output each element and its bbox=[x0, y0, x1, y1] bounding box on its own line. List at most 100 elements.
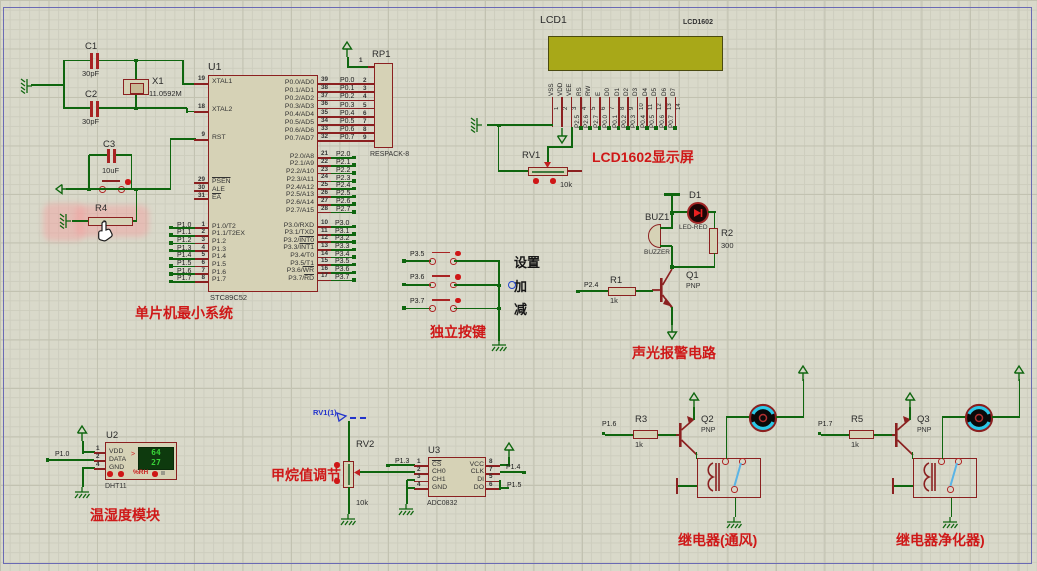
button-actuator[interactable] bbox=[455, 298, 461, 304]
c2-ref[interactable]: C2 bbox=[85, 90, 97, 100]
net-label: P3.4 bbox=[335, 251, 349, 258]
buz1-ref[interactable]: BUZ1 bbox=[645, 213, 669, 223]
transistor-q1[interactable] bbox=[652, 264, 678, 312]
capacitor-plate bbox=[90, 53, 93, 69]
led-d1[interactable] bbox=[687, 202, 709, 224]
wire bbox=[66, 188, 171, 190]
pin-number: 7 bbox=[489, 467, 493, 473]
u3-right-pins: 8VCC7CLK5DI6DO bbox=[486, 462, 500, 493]
pin-name: P2.1/A9 bbox=[234, 161, 314, 168]
r3-ref[interactable]: R3 bbox=[635, 415, 647, 425]
resistor-r3[interactable] bbox=[633, 430, 658, 439]
alarm-caption: 声光报警电路 bbox=[632, 346, 716, 361]
lcd1-ref[interactable]: LCD1 bbox=[540, 15, 567, 26]
r5-ref[interactable]: R5 bbox=[851, 415, 863, 425]
wire bbox=[454, 308, 499, 310]
junction-dot bbox=[497, 307, 501, 311]
wire bbox=[131, 155, 133, 190]
pin-stub bbox=[568, 170, 582, 172]
button-actuator[interactable] bbox=[455, 274, 461, 280]
key-function-label: 减 bbox=[514, 299, 540, 323]
pin-number: 27 bbox=[321, 198, 328, 204]
wire bbox=[498, 260, 500, 341]
button-bar bbox=[432, 275, 450, 277]
button-actuator[interactable] bbox=[455, 251, 461, 257]
pin-name: ALE bbox=[212, 187, 225, 194]
q1-ref[interactable]: Q1 bbox=[686, 271, 699, 281]
lcd-screen[interactable] bbox=[548, 36, 723, 71]
rp1-pin-number: 6 bbox=[363, 110, 367, 117]
rv1-ref[interactable]: RV1 bbox=[522, 151, 540, 161]
junction-dot bbox=[617, 126, 621, 130]
junction-dot bbox=[134, 107, 138, 111]
rv2-value: 10k bbox=[356, 499, 368, 507]
push-button-row[interactable]: P3.6 bbox=[400, 273, 504, 297]
rv1-adjust-up[interactable] bbox=[550, 178, 556, 184]
rv1-adjust-down[interactable] bbox=[533, 178, 539, 184]
button-terminal[interactable] bbox=[429, 258, 436, 265]
dht-indicator[interactable] bbox=[107, 471, 113, 477]
power-symbol bbox=[341, 41, 353, 57]
rv1-value: 10k bbox=[560, 181, 572, 189]
resistor-r5[interactable] bbox=[849, 430, 874, 439]
c3-ref[interactable]: C3 bbox=[103, 140, 115, 150]
wire bbox=[88, 155, 90, 190]
rv2-ref[interactable]: RV2 bbox=[356, 440, 374, 450]
wire bbox=[672, 211, 688, 213]
wire bbox=[660, 227, 672, 229]
net-label: P0.4 bbox=[340, 110, 354, 117]
button-terminal[interactable] bbox=[429, 305, 436, 312]
button-terminal[interactable] bbox=[429, 282, 436, 289]
x1-ref[interactable]: X1 bbox=[152, 77, 164, 87]
rp1-ref[interactable]: RP1 bbox=[372, 50, 390, 60]
q3-ref[interactable]: Q3 bbox=[917, 415, 930, 425]
pin-name: D7 bbox=[671, 73, 677, 96]
net-label: P2.4 bbox=[584, 282, 598, 289]
ground-symbol bbox=[942, 517, 958, 531]
transistor-q2[interactable] bbox=[676, 413, 702, 457]
net-label: P0.3 bbox=[631, 101, 637, 128]
resistor-r1[interactable] bbox=[608, 287, 636, 296]
q2-ref[interactable]: Q2 bbox=[701, 415, 714, 425]
dht-indicator[interactable] bbox=[152, 471, 158, 477]
rp1-pin1-number: 1 bbox=[359, 58, 363, 64]
r4-ref[interactable]: R4 bbox=[95, 204, 107, 214]
r2-ref[interactable]: R2 bbox=[721, 229, 733, 239]
pin-name: VEE bbox=[567, 73, 573, 96]
push-button-row[interactable]: P3.5 bbox=[400, 250, 504, 274]
left-arrow-terminal bbox=[55, 183, 67, 195]
purifier-motor[interactable] bbox=[964, 403, 994, 433]
junction-dot bbox=[626, 126, 630, 130]
schematic-canvas[interactable]: C1 30pF C2 30pF X1 11.0592M C3 10uF R4 U… bbox=[0, 0, 1037, 571]
u2-pins: 1VDD2DATA4GND bbox=[94, 449, 105, 473]
c1-ref[interactable]: C1 bbox=[85, 42, 97, 52]
pin-name: P0.0/AD0 bbox=[234, 80, 314, 87]
q2-part: PNP bbox=[701, 427, 715, 434]
net-label: P0.3 bbox=[340, 102, 354, 109]
pin-number: 6 bbox=[489, 482, 493, 488]
pin-number: 38 bbox=[321, 85, 328, 91]
dht-indicator[interactable] bbox=[118, 471, 124, 477]
wire bbox=[1019, 379, 1021, 417]
u2-ref[interactable]: U2 bbox=[106, 431, 118, 441]
net-label: P2.2 bbox=[336, 167, 350, 174]
u3-ref[interactable]: U3 bbox=[428, 446, 440, 456]
d1-ref[interactable]: D1 bbox=[689, 191, 701, 201]
net-label: P1.2 bbox=[177, 237, 191, 244]
pin-name: P0.4/AD4 bbox=[234, 112, 314, 119]
pin-number: 26 bbox=[321, 190, 328, 196]
r1-ref[interactable]: R1 bbox=[610, 276, 622, 286]
pin-name: P0.5/AD5 bbox=[234, 120, 314, 127]
net-label: P1.0 bbox=[55, 451, 69, 458]
net-label: P3.6 bbox=[410, 274, 424, 281]
fan-motor[interactable] bbox=[748, 403, 778, 433]
respack-rp1[interactable] bbox=[374, 63, 393, 148]
wire bbox=[135, 60, 137, 80]
push-button-row[interactable]: P3.7 bbox=[400, 297, 504, 321]
reset-button-actuator[interactable] bbox=[125, 179, 131, 185]
transistor-q3[interactable] bbox=[892, 413, 918, 457]
pin-name: D2 bbox=[624, 73, 630, 96]
resistor-r2[interactable] bbox=[709, 228, 718, 254]
net-label: P0.7 bbox=[669, 101, 675, 128]
rp1-pin-number: 5 bbox=[363, 102, 367, 109]
